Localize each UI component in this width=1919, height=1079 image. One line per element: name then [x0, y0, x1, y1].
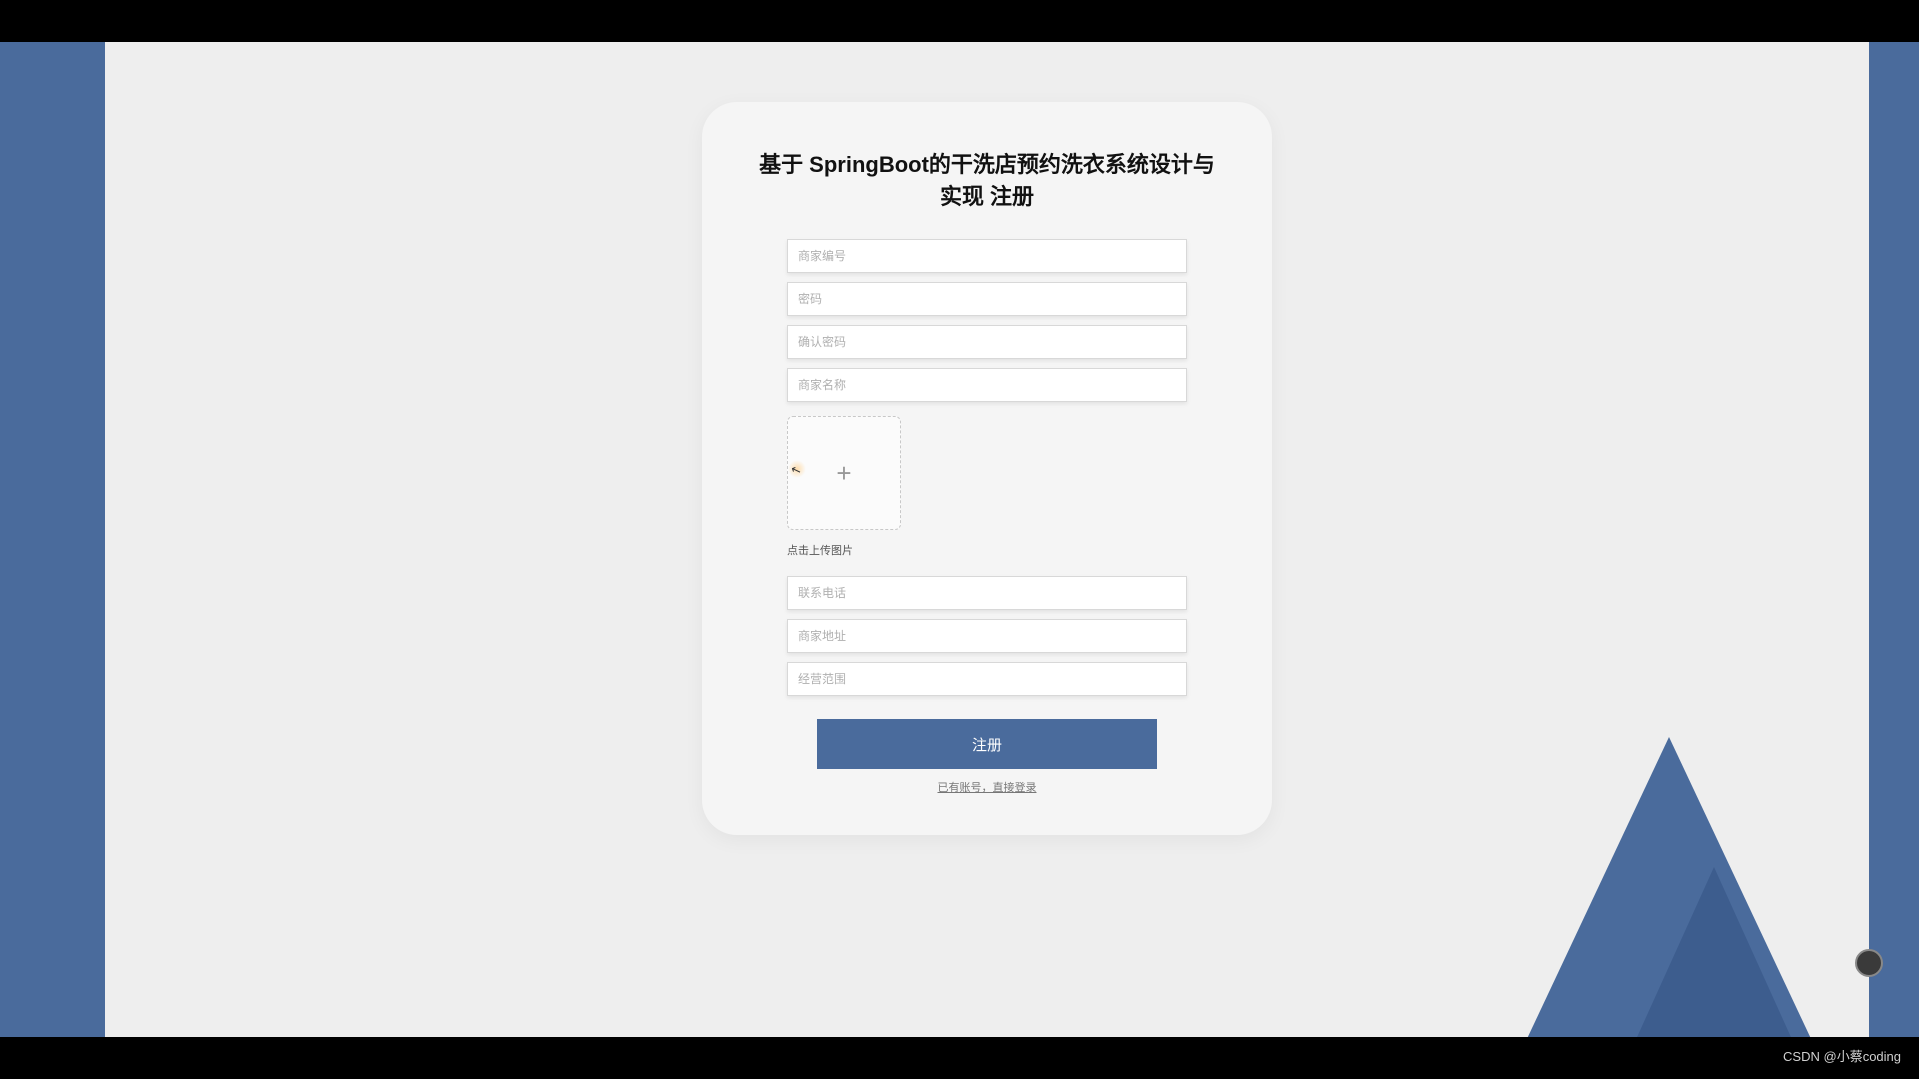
watermark: CSDN @小蔡coding — [1783, 1046, 1901, 1065]
plus-icon: + — [836, 458, 851, 489]
address-input[interactable] — [787, 619, 1187, 653]
mountain-decoration-small — [1619, 867, 1809, 1037]
page-title: 基于 SpringBoot的干洗店预约洗衣系统设计与实现 注册 — [752, 147, 1222, 211]
business-scope-input[interactable] — [787, 662, 1187, 696]
confirm-password-input[interactable] — [787, 325, 1187, 359]
page-background: 基于 SpringBoot的干洗店预约洗衣系统设计与实现 注册 + 点击上传图片 — [105, 42, 1869, 1037]
merchant-name-input[interactable] — [787, 368, 1187, 402]
image-upload-box[interactable]: + — [787, 416, 901, 530]
login-link[interactable]: 已有账号，直接登录 — [938, 779, 1037, 795]
letterbox-bottom: CSDN @小蔡coding — [0, 1037, 1919, 1079]
registration-form: + 点击上传图片 注册 已有账号，直接登录 — [752, 239, 1222, 795]
upload-section: + 点击上传图片 — [787, 411, 1187, 558]
phone-input[interactable] — [787, 576, 1187, 610]
registration-card: 基于 SpringBoot的干洗店预约洗衣系统设计与实现 注册 + 点击上传图片 — [702, 102, 1272, 835]
password-input[interactable] — [787, 282, 1187, 316]
register-button[interactable]: 注册 — [817, 719, 1157, 769]
avatar-badge — [1855, 949, 1883, 977]
letterbox-top — [0, 0, 1919, 42]
upload-hint: 点击上传图片 — [787, 542, 1187, 558]
viewport: 基于 SpringBoot的干洗店预约洗衣系统设计与实现 注册 + 点击上传图片 — [0, 42, 1919, 1037]
merchant-id-input[interactable] — [787, 239, 1187, 273]
